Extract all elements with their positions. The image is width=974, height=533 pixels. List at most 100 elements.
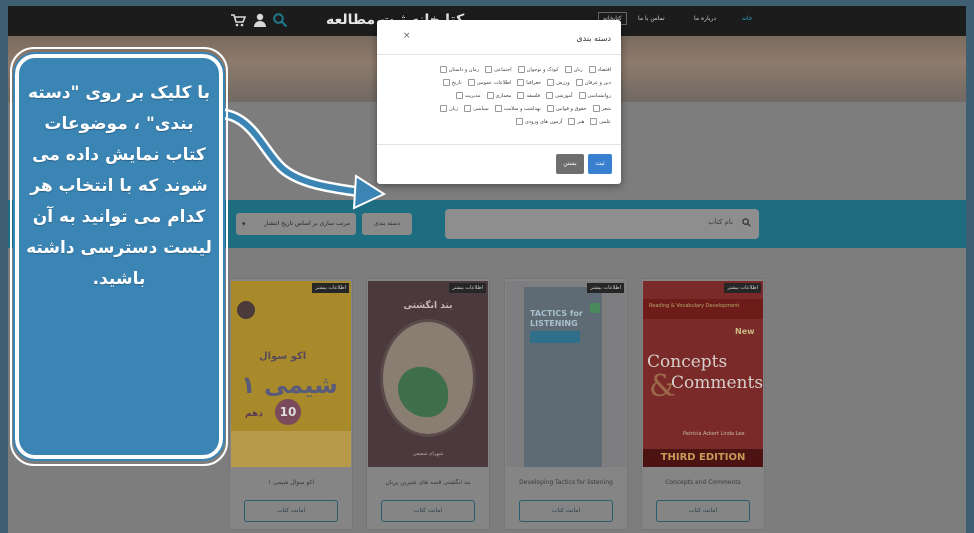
book-cover[interactable]: بند انگشتی شهرام شفیعی اطلاعات بیشتر xyxy=(368,281,488,467)
book-cover[interactable]: TACTICS for LISTENING اطلاعات بیشتر xyxy=(506,281,626,467)
borrow-button[interactable]: امانت کتاب xyxy=(656,500,750,522)
category-button[interactable]: دسته بندی xyxy=(362,213,412,235)
book-title[interactable]: Concepts and Comments xyxy=(642,479,764,486)
borrow-button[interactable]: امانت کتاب xyxy=(381,500,475,522)
modal-title: دسته بندی xyxy=(576,34,611,43)
more-info-badge[interactable]: اطلاعات بیشتر xyxy=(449,283,486,293)
checkbox[interactable] xyxy=(464,105,472,112)
sort-select[interactable]: مرتب سازی بر اساس تاریخ انتشار ▾ xyxy=(236,213,356,235)
borrow-button[interactable]: امانت کتاب xyxy=(244,500,338,522)
category-modal: دسته بندی × اقتصاد زنان کودک و نوجوان اج… xyxy=(377,20,621,184)
book-cover[interactable]: Reading & Vocabulary Development New Con… xyxy=(643,281,763,467)
checkbox[interactable] xyxy=(485,66,493,73)
search-field-icon xyxy=(742,218,751,227)
user-icon[interactable] xyxy=(252,12,268,28)
category-option[interactable]: هنر xyxy=(568,118,584,125)
checkbox[interactable] xyxy=(455,92,463,99)
category-option[interactable]: آموزشی xyxy=(546,92,573,99)
callout-text: با کلیک بر روی "دسته بندی" ، موضوعات کتا… xyxy=(26,83,212,289)
cover-edition: THIRD EDITION xyxy=(643,449,763,467)
category-row: اقتصاد زنان کودک و نوجوان اجتماعی رمان و… xyxy=(383,64,611,75)
book-title[interactable]: بند انگشتی قصه های شیرین پریان xyxy=(367,479,489,486)
category-option[interactable]: کودک و نوجوان xyxy=(517,66,559,73)
checkbox[interactable] xyxy=(588,66,596,73)
checkbox[interactable] xyxy=(568,118,576,125)
checkbox[interactable] xyxy=(546,92,554,99)
more-info-badge[interactable]: اطلاعات بیشتر xyxy=(724,283,761,293)
category-option[interactable]: فلسفه xyxy=(517,92,540,99)
category-row: علمی هنر آزمون های ورودی xyxy=(383,116,611,127)
cover-number: 10 xyxy=(275,399,301,425)
sort-label: مرتب سازی بر اساس تاریخ انتشار xyxy=(263,220,350,227)
book-card: Reading & Vocabulary Development New Con… xyxy=(641,278,765,530)
category-option[interactable]: معماری xyxy=(486,92,511,99)
checkbox[interactable] xyxy=(440,105,448,112)
cover-subtitle: اکو سوال xyxy=(259,351,307,362)
cart-icon[interactable] xyxy=(230,12,246,28)
search-input[interactable]: نام کتاب xyxy=(445,209,759,239)
cover-title: بند انگشتی xyxy=(403,301,453,311)
checkbox[interactable] xyxy=(546,105,554,112)
checkbox[interactable] xyxy=(578,92,586,99)
nav-home[interactable]: خانه xyxy=(742,15,752,22)
category-option[interactable]: حقوق و قوانین xyxy=(546,105,587,112)
category-option[interactable]: دین و عرفان xyxy=(575,79,611,86)
cover-title-2: Comments xyxy=(671,373,763,393)
nav-about[interactable]: درباره ما xyxy=(694,15,716,22)
checkbox[interactable] xyxy=(442,79,450,86)
category-option[interactable]: جغرافیا xyxy=(517,79,541,86)
borrow-button[interactable]: امانت کتاب xyxy=(519,500,613,522)
category-option[interactable]: سیاسی xyxy=(464,105,489,112)
category-option[interactable]: اطلاعات عمومی xyxy=(467,79,511,86)
checkbox[interactable] xyxy=(592,105,600,112)
category-row: شعر حقوق و قوانین بهداشت و سلامت سیاسی ز… xyxy=(383,103,611,114)
search-placeholder: نام کتاب xyxy=(708,218,733,226)
checkbox[interactable] xyxy=(517,92,525,99)
category-option[interactable]: روانشناسی xyxy=(578,92,611,99)
more-info-badge[interactable]: اطلاعات بیشتر xyxy=(587,283,624,293)
checkbox[interactable] xyxy=(590,118,598,125)
book-card: اکو سوال شیمی ۱ دهم 10 اطلاعات بیشتر اکو… xyxy=(229,278,353,530)
checkbox[interactable] xyxy=(564,66,572,73)
book-card: TACTICS for LISTENING اطلاعات بیشتر Deve… xyxy=(504,278,628,530)
category-option[interactable]: زنان xyxy=(564,66,583,73)
publisher-logo xyxy=(237,301,255,319)
book-card: بند انگشتی شهرام شفیعی اطلاعات بیشتر بند… xyxy=(366,278,490,530)
category-option[interactable]: بهداشت و سلامت xyxy=(494,105,541,112)
nav-contact[interactable]: تماس با ما xyxy=(638,15,665,22)
cover-header xyxy=(643,299,763,319)
category-option[interactable]: شعر xyxy=(592,105,611,112)
category-option[interactable]: علمی xyxy=(590,118,611,125)
book-cover[interactable]: اکو سوال شیمی ۱ دهم 10 اطلاعات بیشتر xyxy=(231,281,351,467)
category-option[interactable]: آزمون های ورودی xyxy=(516,118,562,125)
category-option[interactable]: زبان xyxy=(440,105,458,112)
checkbox[interactable] xyxy=(494,105,502,112)
checkbox[interactable] xyxy=(467,79,475,86)
category-row: دین و عرفان ورزش جغرافیا اطلاعات عمومی ت… xyxy=(383,77,611,88)
close-icon[interactable]: × xyxy=(403,31,411,41)
checkbox[interactable] xyxy=(517,79,525,86)
category-list: اقتصاد زنان کودک و نوجوان اجتماعی رمان و… xyxy=(383,64,611,129)
category-option[interactable]: مدیریت xyxy=(455,92,481,99)
chevron-down-icon: ▾ xyxy=(242,220,246,228)
checkbox[interactable] xyxy=(517,66,525,73)
category-option[interactable]: اجتماعی xyxy=(485,66,512,73)
modal-submit-button[interactable]: ثبت xyxy=(588,154,612,174)
category-option[interactable]: اقتصاد xyxy=(588,66,611,73)
cover-new: New xyxy=(735,327,755,336)
book-title[interactable]: Developing Tactics for listening xyxy=(505,479,627,486)
checkbox[interactable] xyxy=(486,92,494,99)
cover-grade: دهم xyxy=(245,409,263,419)
modal-cancel-button[interactable]: بستن xyxy=(556,154,584,174)
more-info-badge[interactable]: اطلاعات بیشتر xyxy=(312,283,349,293)
category-option[interactable]: ورزش xyxy=(547,79,570,86)
checkbox[interactable] xyxy=(516,118,524,125)
checkbox[interactable] xyxy=(439,66,447,73)
category-option[interactable]: رمان و داستان xyxy=(439,66,479,73)
cover-square xyxy=(590,303,600,313)
search-icon[interactable] xyxy=(272,12,288,28)
checkbox[interactable] xyxy=(547,79,555,86)
category-option[interactable]: تاریخ xyxy=(442,79,462,86)
book-title[interactable]: اکو سوال شیمی ۱ xyxy=(230,479,352,486)
checkbox[interactable] xyxy=(575,79,583,86)
